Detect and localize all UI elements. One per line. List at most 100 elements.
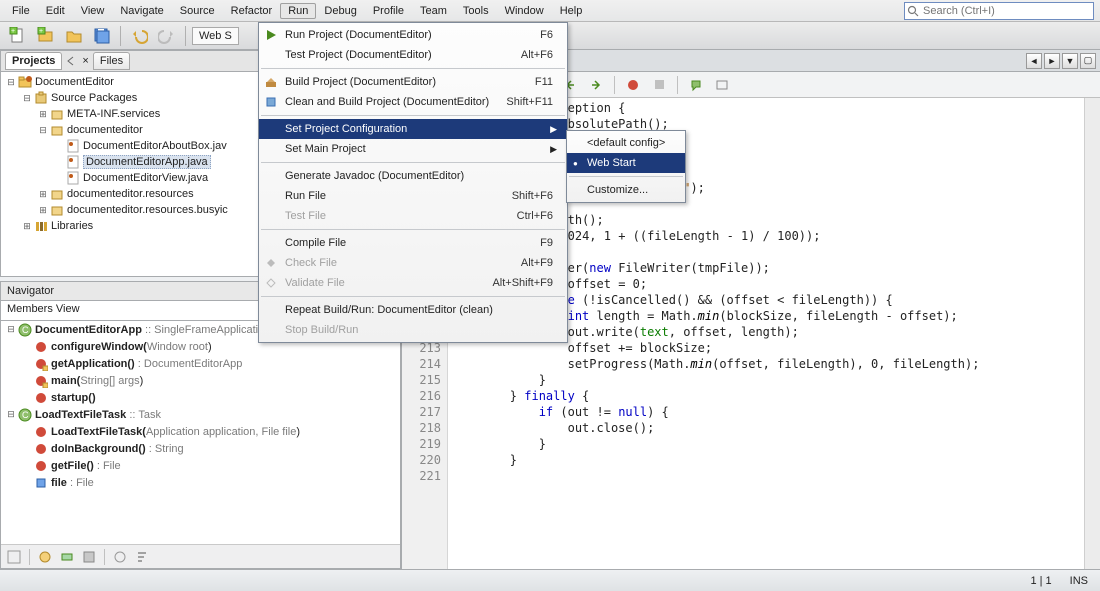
tab-list-dropdown[interactable]: ▼ [1062, 53, 1078, 69]
tree-label: DocumentEditor [35, 76, 114, 88]
svg-text:+: + [39, 28, 43, 35]
class-icon: C [17, 408, 33, 422]
shift-right-icon[interactable] [586, 75, 606, 95]
vertical-scrollbar[interactable] [1084, 98, 1100, 569]
tab-nav-left-icon[interactable] [66, 56, 76, 66]
stop-macro-icon[interactable] [649, 75, 669, 95]
menu-item-check-file: Check FileAlt+F9 [259, 253, 567, 273]
member-node[interactable]: file : File [1, 474, 400, 491]
tree-twisty-icon[interactable]: ⊞ [37, 109, 49, 120]
search-icon [907, 5, 919, 17]
tab-files[interactable]: Files [93, 52, 130, 70]
pkg-icon [49, 203, 65, 217]
menu-item-clean-and-build-project-documenteditor[interactable]: Clean and Build Project (DocumentEditor)… [259, 92, 567, 112]
tree-label: META-INF.services [67, 108, 160, 120]
menu-file[interactable]: File [4, 3, 38, 19]
menu-item-repeat-build-run-documenteditor-clean[interactable]: Repeat Build/Run: DocumentEditor (clean) [259, 300, 567, 320]
menu-run[interactable]: Run [280, 3, 316, 19]
start-macro-icon[interactable] [623, 75, 643, 95]
menu-view[interactable]: View [73, 3, 113, 19]
uncomment-icon[interactable] [712, 75, 732, 95]
run-menu-dropdown: Run Project (DocumentEditor)F6Test Proje… [258, 22, 568, 343]
member-label: DocumentEditorApp :: SingleFrameApplicat… [35, 324, 270, 336]
build-icon [263, 76, 279, 88]
member-label: LoadTextFileTask(Application application… [51, 426, 300, 438]
menu-debug[interactable]: Debug [316, 3, 364, 19]
menu-help[interactable]: Help [552, 3, 591, 19]
redo-button[interactable] [155, 25, 179, 47]
menu-item-run-file[interactable]: Run FileShift+F6 [259, 186, 567, 206]
menubar: File Edit View Navigate Source Refactor … [0, 0, 1100, 22]
menu-item-run-project-documenteditor[interactable]: Run Project (DocumentEditor)F6 [259, 25, 567, 45]
submenu-item-web-start[interactable]: ●Web Start [567, 153, 685, 173]
menu-profile[interactable]: Profile [365, 3, 412, 19]
menu-source[interactable]: Source [172, 3, 223, 19]
method-icon [33, 425, 49, 439]
submenu-item-customize[interactable]: Customize... [567, 180, 685, 200]
tree-twisty-icon[interactable]: ⊟ [5, 324, 17, 335]
tree-label: documenteditor.resources [67, 188, 194, 200]
run-icon [263, 29, 279, 41]
method-icon [33, 391, 49, 405]
check-icon [263, 257, 279, 269]
tab-scroll-right[interactable]: ► [1044, 53, 1060, 69]
tree-twisty-icon[interactable]: ⊞ [37, 189, 49, 200]
show-inherited-icon[interactable] [38, 550, 52, 564]
menu-item-set-main-project[interactable]: Set Main Project▶ [259, 139, 567, 159]
menu-team[interactable]: Team [412, 3, 455, 19]
member-node[interactable]: getApplication() : DocumentEditorApp [1, 355, 400, 372]
lib-icon [33, 219, 49, 233]
menu-item-set-project-configuration[interactable]: Set Project Configuration▶ [259, 119, 567, 139]
undo-button[interactable] [127, 25, 151, 47]
tree-twisty-icon[interactable]: ⊟ [21, 93, 33, 104]
save-all-button[interactable] [90, 25, 114, 47]
pkg-icon [49, 187, 65, 201]
member-node[interactable]: LoadTextFileTask(Application application… [1, 423, 400, 440]
comment-icon[interactable] [686, 75, 706, 95]
filter-icon[interactable] [7, 550, 21, 564]
tree-twisty-icon[interactable]: ⊟ [5, 409, 17, 420]
menu-item-compile-file[interactable]: Compile FileF9 [259, 233, 567, 253]
member-node[interactable]: main(String[] args) [1, 372, 400, 389]
member-label: main(String[] args) [51, 375, 143, 387]
close-tab-icon[interactable]: × [82, 55, 88, 67]
tab-scroll-left[interactable]: ◄ [1026, 53, 1042, 69]
tab-projects[interactable]: Projects [5, 52, 62, 70]
sort-icon[interactable] [135, 550, 149, 564]
menu-item-build-project-documenteditor[interactable]: Build Project (DocumentEditor)F11 [259, 72, 567, 92]
menu-window[interactable]: Window [497, 3, 552, 19]
menu-refactor[interactable]: Refactor [223, 3, 281, 19]
menu-item-test-project-documenteditor[interactable]: Test Project (DocumentEditor)Alt+F6 [259, 45, 567, 65]
show-static-icon[interactable] [82, 550, 96, 564]
member-node[interactable]: getFile() : File [1, 457, 400, 474]
validate-icon [263, 277, 279, 289]
method-s-icon [33, 357, 49, 371]
member-node[interactable]: startup() [1, 389, 400, 406]
menu-item-generate-javadoc-documenteditor[interactable]: Generate Javadoc (DocumentEditor) [259, 166, 567, 186]
member-node[interactable]: doInBackground() : String [1, 440, 400, 457]
member-label: file : File [51, 477, 94, 489]
new-file-button[interactable]: + [6, 25, 30, 47]
tree-twisty-icon[interactable]: ⊟ [37, 125, 49, 136]
submenu-item-default-config[interactable]: <default config> [567, 133, 685, 153]
method-icon [33, 442, 49, 456]
search-input[interactable] [923, 5, 1093, 17]
new-project-button[interactable]: + [34, 25, 58, 47]
config-dropdown[interactable]: Web S [192, 27, 239, 45]
member-node[interactable]: ⊟CLoadTextFileTask :: Task [1, 406, 400, 423]
show-fields-icon[interactable] [60, 550, 74, 564]
menu-navigate[interactable]: Navigate [112, 3, 171, 19]
maximize-editor[interactable]: ▢ [1080, 53, 1096, 69]
tree-twisty-icon[interactable]: ⊞ [21, 221, 33, 232]
menu-edit[interactable]: Edit [38, 3, 73, 19]
tree-twisty-icon[interactable]: ⊞ [37, 205, 49, 216]
open-button[interactable] [62, 25, 86, 47]
tree-label: Source Packages [51, 92, 137, 104]
cursor-position: 1 | 1 [1030, 575, 1051, 587]
global-search[interactable] [904, 2, 1094, 20]
members-tree[interactable]: ⊟CDocumentEditorApp :: SingleFrameApplic… [0, 321, 401, 569]
show-nonpublic-icon[interactable] [113, 550, 127, 564]
menu-tools[interactable]: Tools [455, 3, 497, 19]
tree-twisty-icon[interactable]: ⊟ [5, 77, 17, 88]
member-label: startup() [51, 392, 96, 404]
